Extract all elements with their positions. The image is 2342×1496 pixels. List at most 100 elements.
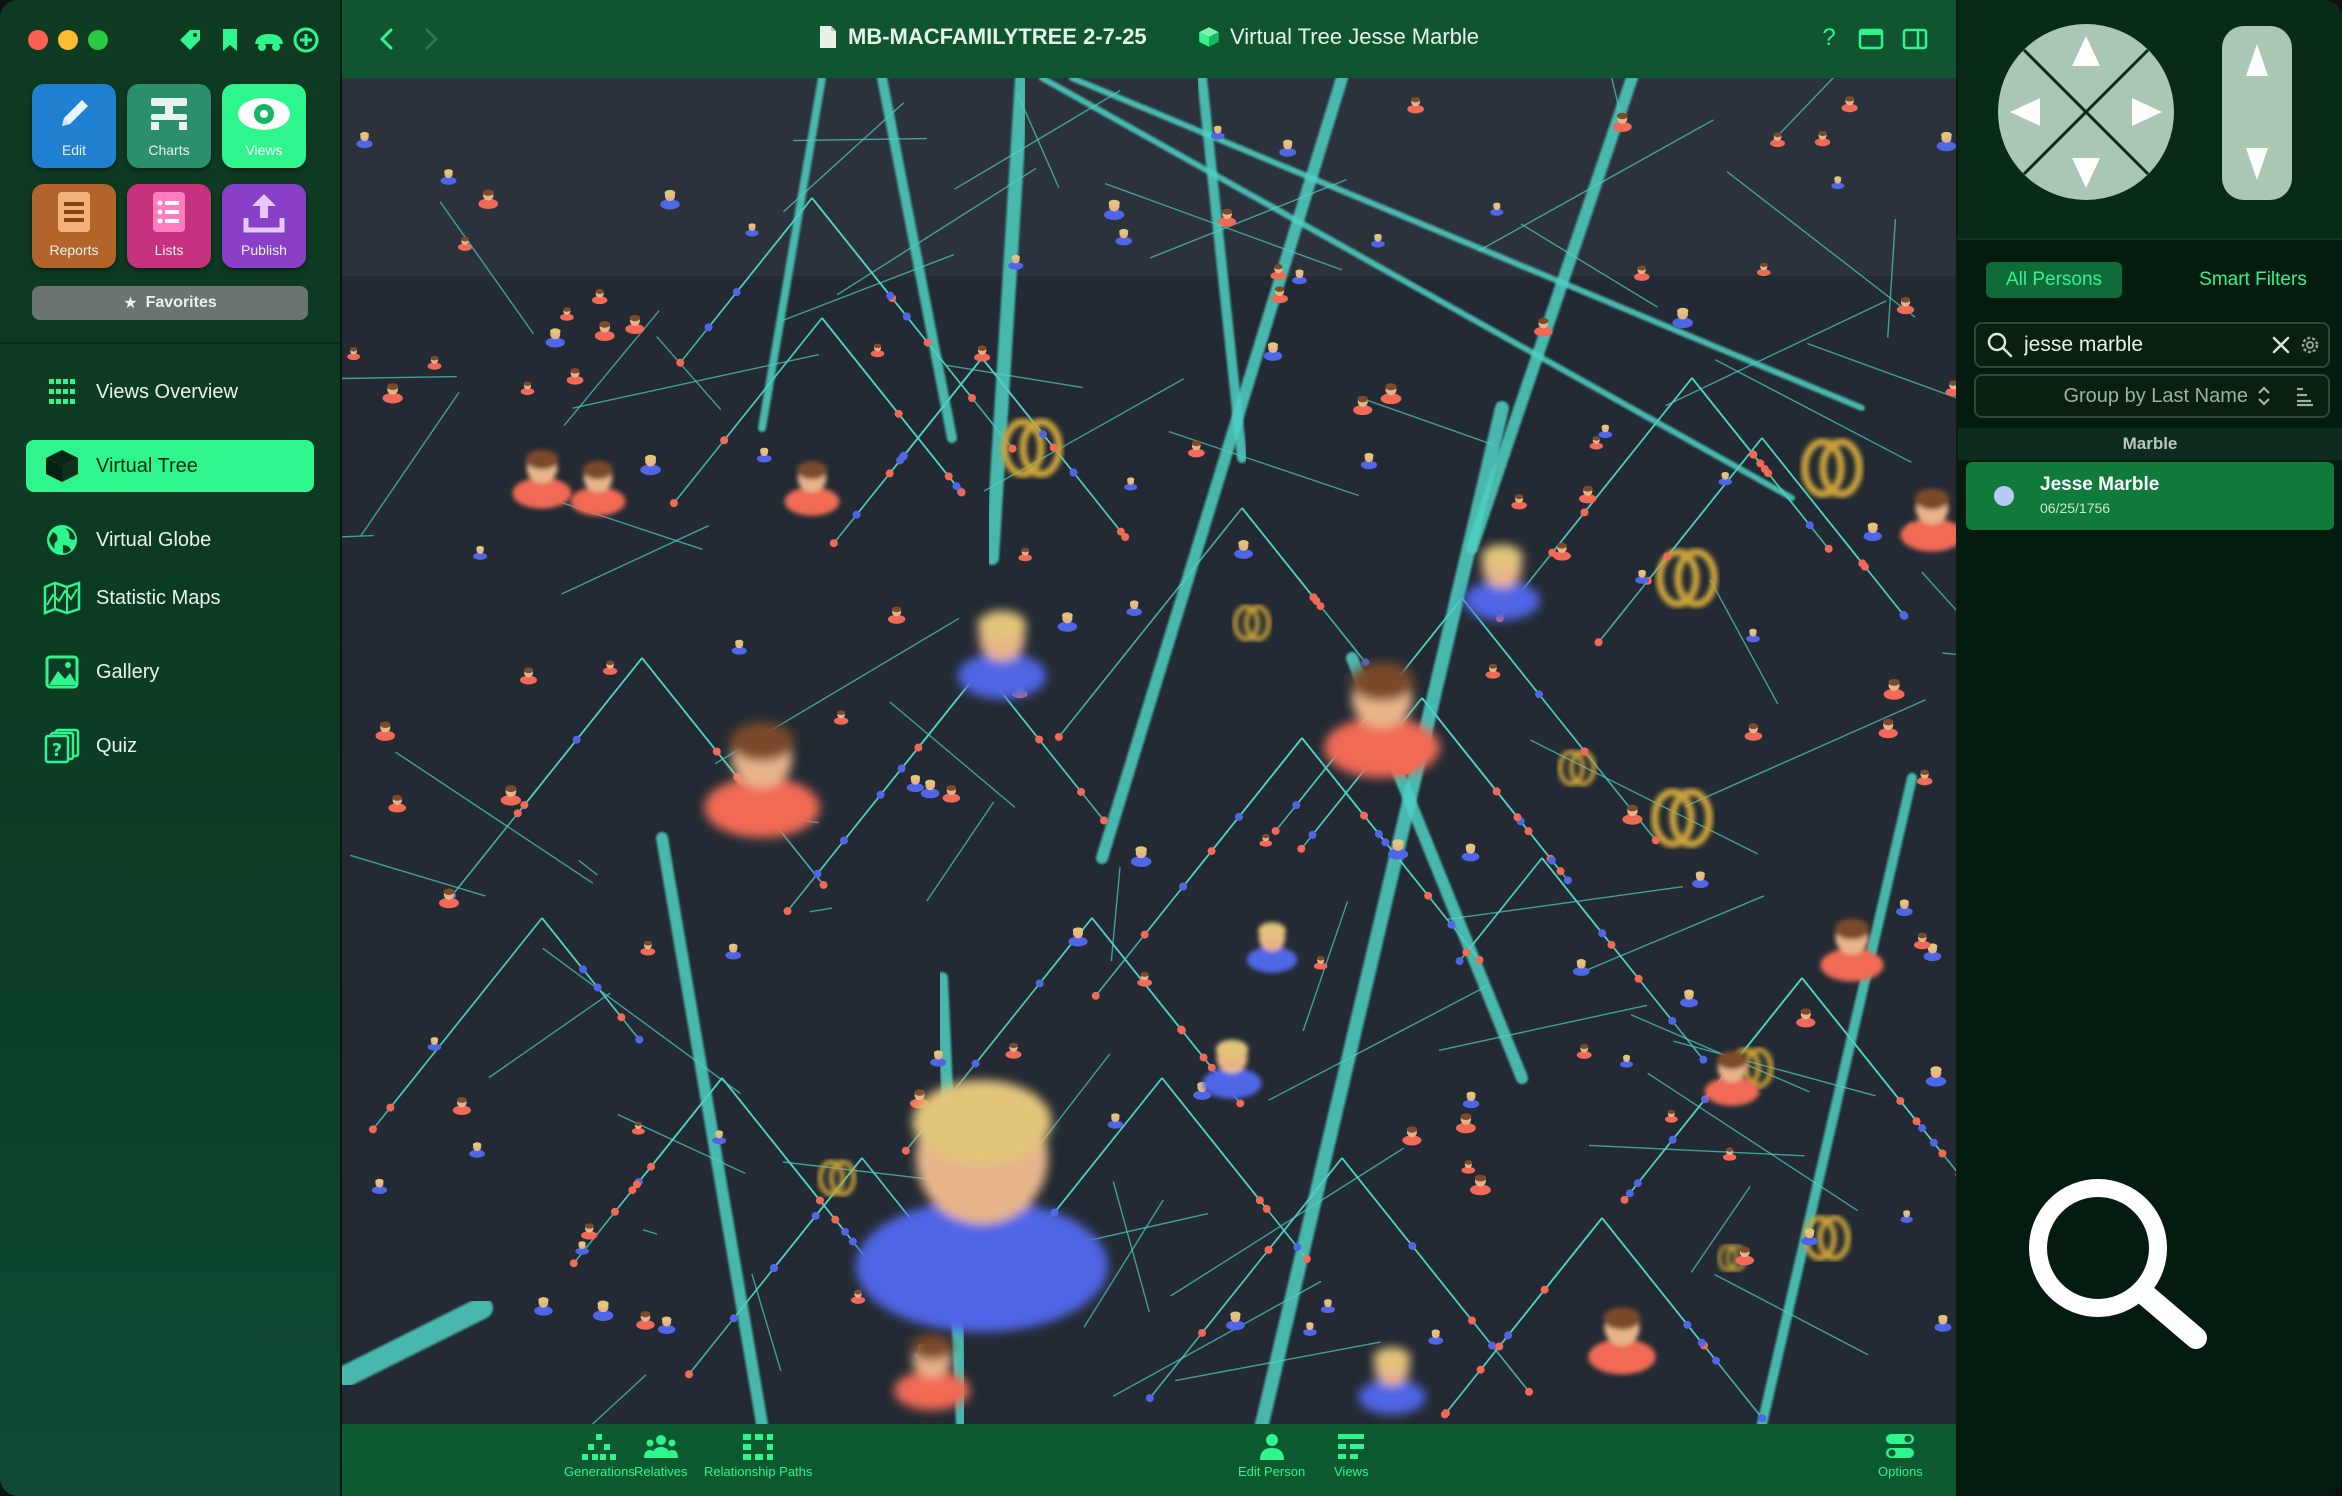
person-figure[interactable] [1320, 1299, 1335, 1314]
family-tree-icon[interactable] [252, 26, 286, 54]
relationship-paths-button[interactable]: Relationship Paths [704, 1432, 812, 1479]
person-node[interactable] [1699, 1055, 1708, 1064]
person-figure[interactable] [1428, 1329, 1444, 1345]
person-node[interactable] [720, 436, 729, 445]
person-figure[interactable] [1461, 843, 1480, 862]
person-node[interactable] [852, 510, 861, 519]
person-figure[interactable] [1664, 1109, 1678, 1123]
person-figure[interactable] [1057, 612, 1078, 632]
person-figure[interactable] [1246, 922, 1298, 973]
person-node[interactable] [1360, 811, 1369, 820]
person-node[interactable] [914, 743, 923, 752]
person-node[interactable] [386, 1103, 395, 1112]
person-figure[interactable] [570, 461, 626, 516]
person-figure[interactable] [1916, 769, 1933, 786]
person-figure[interactable] [856, 1080, 1108, 1332]
person-node[interactable] [901, 1146, 910, 1155]
person-node[interactable] [1805, 521, 1814, 530]
zoom-window-button[interactable] [88, 30, 108, 50]
person-node[interactable] [1668, 1016, 1677, 1025]
person-figure[interactable] [833, 710, 849, 725]
person-node[interactable] [885, 469, 894, 478]
person-node[interactable] [1177, 1025, 1186, 1034]
person-node[interactable] [368, 1125, 377, 1134]
person-figure[interactable] [1672, 307, 1693, 329]
person-node[interactable] [1594, 638, 1603, 647]
person-node[interactable] [1540, 1285, 1549, 1294]
person-figure[interactable] [1485, 663, 1501, 679]
nav-statistic-maps[interactable]: Statistic Maps [26, 572, 314, 624]
person-figure[interactable] [1226, 1311, 1245, 1331]
person-node[interactable] [944, 472, 953, 481]
virtual-tree-scene[interactable] [342, 78, 1956, 1424]
close-window-button[interactable] [28, 30, 48, 50]
person-node[interactable] [1293, 1243, 1302, 1252]
person-node[interactable] [1381, 838, 1390, 847]
person-figure[interactable] [657, 1316, 676, 1335]
person-node[interactable] [840, 836, 849, 845]
person-node[interactable] [1207, 1063, 1216, 1072]
person-node[interactable] [1697, 1338, 1706, 1347]
minimize-window-button[interactable] [58, 30, 78, 50]
person-figure[interactable] [974, 345, 991, 362]
person-figure[interactable] [1068, 927, 1088, 947]
person-node[interactable] [968, 394, 977, 403]
person-figure[interactable] [1005, 1042, 1022, 1059]
all-persons-tab[interactable]: All Persons [1986, 262, 2122, 298]
person-node[interactable] [1495, 1342, 1504, 1351]
person-node[interactable] [1476, 1365, 1485, 1374]
person-node[interactable] [894, 409, 903, 418]
person-node[interactable] [1580, 747, 1589, 756]
person-figure[interactable] [566, 367, 584, 385]
person-node[interactable] [770, 1263, 779, 1272]
person-node[interactable] [815, 1196, 824, 1205]
forward-arrow-icon[interactable] [416, 24, 446, 54]
bookmark-icon[interactable] [216, 26, 244, 54]
person-node[interactable] [1069, 468, 1078, 477]
person-node[interactable] [783, 907, 792, 916]
person-figure[interactable] [427, 1037, 442, 1051]
person-figure[interactable] [1722, 1147, 1737, 1161]
person-figure[interactable] [375, 721, 395, 741]
person-figure[interactable] [1107, 1113, 1124, 1129]
edit-tool-button[interactable]: Edit [32, 84, 116, 168]
person-figure[interactable] [1234, 540, 1253, 559]
person-node[interactable] [569, 1259, 578, 1268]
person-figure[interactable] [1124, 477, 1138, 491]
group-by-select[interactable]: Group by Last Name [1974, 374, 2330, 418]
person-node[interactable] [1547, 856, 1556, 865]
person-node[interactable] [610, 1207, 619, 1216]
person-node[interactable] [848, 1237, 857, 1246]
person-figure[interactable] [1878, 718, 1898, 739]
person-node[interactable] [635, 1035, 644, 1044]
person-figure[interactable] [1313, 956, 1328, 970]
charts-tool-button[interactable]: Charts [127, 84, 211, 168]
person-node[interactable] [1035, 979, 1044, 988]
generations-button[interactable]: Generations [564, 1432, 635, 1479]
person-figure[interactable] [756, 447, 772, 463]
person-node[interactable] [952, 482, 961, 491]
person-node[interactable] [1824, 544, 1833, 553]
person-figure[interactable] [1622, 804, 1643, 825]
person-figure[interactable] [1896, 899, 1913, 917]
person-figure[interactable] [1883, 678, 1905, 700]
person-node[interactable] [669, 499, 678, 508]
person-node[interactable] [1455, 957, 1464, 966]
person-node[interactable] [1038, 430, 1047, 439]
person-result-row[interactable]: Jesse Marble 06/25/1756 [1966, 462, 2334, 530]
person-figure[interactable] [469, 1142, 485, 1158]
person-figure[interactable] [1018, 547, 1032, 562]
person-node[interactable] [1271, 826, 1280, 835]
person-node[interactable] [1035, 735, 1044, 744]
virtual-tree-canvas[interactable] [342, 78, 1956, 1424]
reports-tool-button[interactable]: Reports [32, 184, 116, 268]
person-figure[interactable] [1691, 871, 1709, 889]
person-node[interactable] [1764, 469, 1773, 478]
person-figure[interactable] [1925, 1066, 1947, 1087]
person-figure[interactable] [347, 347, 361, 361]
person-node[interactable] [841, 1227, 850, 1236]
person-figure[interactable] [1680, 989, 1698, 1008]
window-icon[interactable] [1856, 24, 1886, 54]
person-node[interactable] [1556, 867, 1565, 876]
person-figure[interactable] [545, 328, 565, 348]
